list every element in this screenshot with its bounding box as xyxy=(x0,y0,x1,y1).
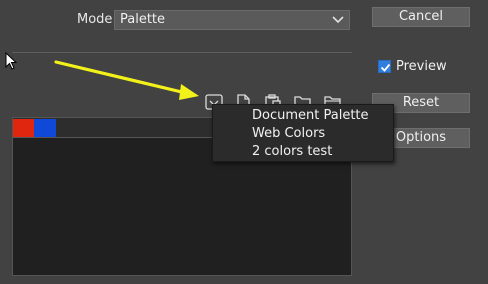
menu-item-2-colors-test[interactable]: 2 colors test xyxy=(252,144,332,159)
cancel-button[interactable]: Cancel xyxy=(372,7,470,27)
mode-select-value: Palette xyxy=(120,12,166,27)
checkbox-checked-icon xyxy=(378,60,391,73)
preview-label: Preview xyxy=(396,59,447,74)
color-swatch[interactable] xyxy=(34,119,56,137)
menu-item-web-colors[interactable]: Web Colors xyxy=(252,126,325,141)
mode-label: Mode xyxy=(77,12,113,27)
divider xyxy=(12,52,352,53)
palette-dropdown-menu: Document Palette Web Colors 2 colors tes… xyxy=(212,104,394,162)
annotation-arrow-icon xyxy=(54,60,199,100)
chevron-down-icon xyxy=(332,16,344,24)
mouse-cursor-icon xyxy=(5,52,18,70)
menu-item-document-palette[interactable]: Document Palette xyxy=(252,108,369,123)
mode-select[interactable]: Palette xyxy=(114,10,350,30)
color-swatch[interactable] xyxy=(13,119,35,137)
